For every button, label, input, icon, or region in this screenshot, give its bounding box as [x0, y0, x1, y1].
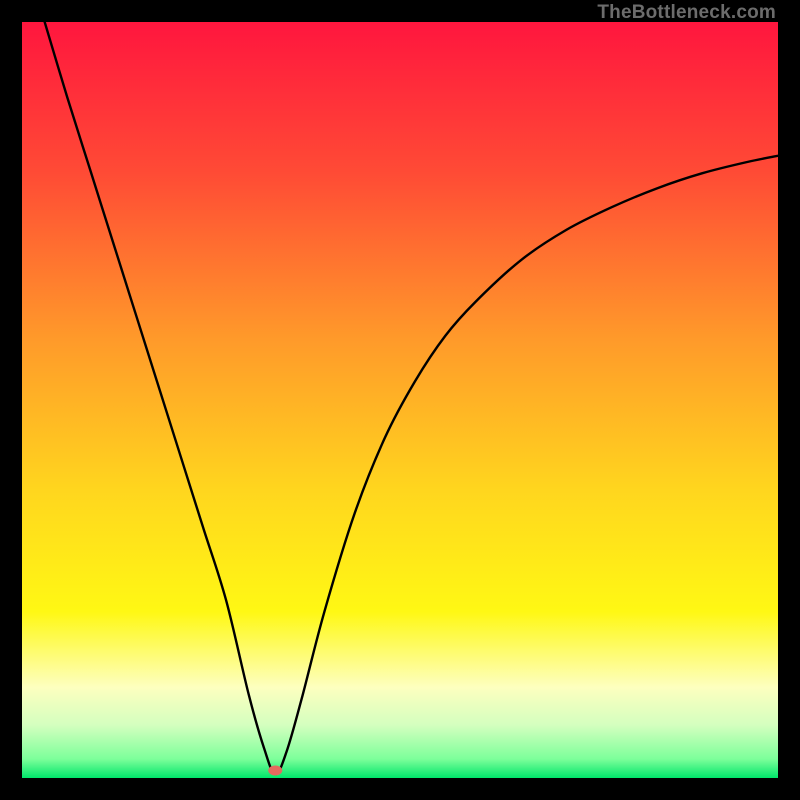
- chart-background: [22, 22, 778, 778]
- watermark-text: TheBottleneck.com: [597, 2, 776, 24]
- chart-frame: [22, 22, 778, 778]
- chart-marker: [268, 765, 282, 775]
- chart-svg: [22, 22, 778, 778]
